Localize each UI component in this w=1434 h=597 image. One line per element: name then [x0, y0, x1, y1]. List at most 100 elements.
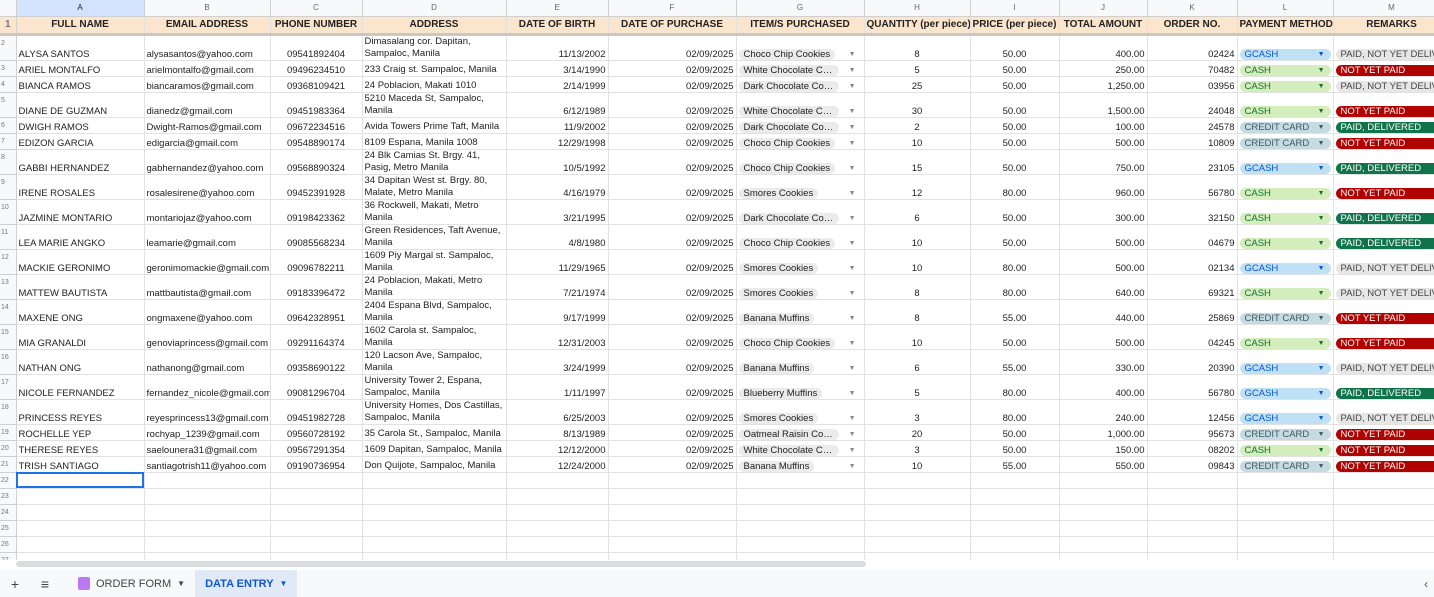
full-name-cell[interactable]: ALYSA SANTOS — [16, 34, 145, 61]
item-cell[interactable]: Choco Chip Cookies ▼ — [736, 133, 865, 150]
remarks-chip[interactable]: PAID, NOT YET DELIVERED — [1335, 287, 1434, 298]
row-number[interactable]: 18 — [0, 399, 17, 425]
phone-cell[interactable]: 09368109421 — [270, 76, 363, 93]
phone-cell[interactable]: 09567291354 — [270, 440, 363, 457]
remarks-cell[interactable]: PAID, NOT YET DELIVERED — [1333, 349, 1434, 375]
payment-chip[interactable]: GCASH ▼ — [1239, 262, 1331, 273]
empty-cell[interactable] — [1237, 488, 1334, 505]
phone-cell[interactable]: 09085568234 — [270, 224, 363, 250]
total-amount-cell[interactable]: 250.00 — [1059, 60, 1148, 77]
date-of-purchase-cell[interactable]: 02/09/2025 — [608, 349, 737, 375]
payment-chip[interactable]: CREDIT CARD ▼ — [1239, 460, 1331, 471]
item-cell[interactable]: Oatmeal Raisin Cookies ▼ — [736, 424, 865, 441]
item-cell[interactable]: Smores Cookies ▼ — [736, 399, 865, 425]
total-amount-cell[interactable]: 330.00 — [1059, 349, 1148, 375]
payment-method-cell[interactable]: GCASH ▼ — [1237, 34, 1334, 61]
price-cell[interactable]: 80.00 — [970, 399, 1060, 425]
empty-cell[interactable] — [16, 536, 145, 553]
selected-cell[interactable] — [16, 472, 145, 489]
email-cell[interactable]: nathanong@gmail.com — [144, 349, 271, 375]
date-of-purchase-cell[interactable]: 02/09/2025 — [608, 424, 737, 441]
address-cell[interactable]: 5210 Maceda St, Sampaloc, Manila — [362, 92, 507, 118]
row-number[interactable]: 19 — [0, 424, 17, 441]
phone-cell[interactable]: 09198423362 — [270, 199, 363, 225]
empty-cell[interactable] — [362, 552, 507, 560]
remarks-chip[interactable]: NOT YET PAID — [1335, 105, 1434, 116]
payment-method-cell[interactable]: CASH ▼ — [1237, 76, 1334, 93]
dropdown-arrow-icon[interactable]: ▼ — [849, 263, 856, 274]
date-of-birth-cell[interactable]: 11/29/1965 — [506, 249, 609, 275]
full-name-cell[interactable]: MACKIE GERONIMO — [16, 249, 145, 275]
payment-method-cell[interactable]: GCASH ▼ — [1237, 349, 1334, 375]
remarks-cell[interactable]: NOT YET PAID — [1333, 133, 1434, 150]
date-of-purchase-cell[interactable]: 02/09/2025 — [608, 374, 737, 400]
row-number[interactable]: 17 — [0, 374, 17, 400]
column-header-d[interactable]: D — [362, 0, 507, 17]
phone-cell[interactable]: 09291164374 — [270, 324, 363, 350]
row-number[interactable]: 8 — [0, 149, 17, 175]
full-name-cell[interactable]: THERESE REYES — [16, 440, 145, 457]
phone-cell[interactable]: 09672234516 — [270, 117, 363, 134]
phone-cell[interactable]: 09560728192 — [270, 424, 363, 441]
order-no-cell[interactable]: 04245 — [1147, 324, 1238, 350]
dropdown-arrow-icon[interactable]: ▼ — [849, 188, 856, 199]
quantity-cell[interactable]: 8 — [864, 34, 971, 61]
total-amount-cell[interactable]: 550.00 — [1059, 456, 1148, 473]
date-of-birth-cell[interactable]: 9/17/1999 — [506, 299, 609, 325]
price-cell[interactable]: 80.00 — [970, 249, 1060, 275]
item-cell[interactable]: Choco Chip Cookies ▼ — [736, 149, 865, 175]
quantity-cell[interactable]: 12 — [864, 174, 971, 200]
remarks-cell[interactable]: PAID, NOT YET DELIVERED — [1333, 249, 1434, 275]
dropdown-arrow-icon[interactable]: ▼ — [849, 429, 856, 440]
column-header-c[interactable]: C — [270, 0, 363, 17]
remarks-cell[interactable]: NOT YET PAID — [1333, 456, 1434, 473]
remarks-chip[interactable]: PAID, DELIVERED — [1335, 387, 1434, 398]
empty-cell[interactable] — [1237, 552, 1334, 560]
item-cell[interactable]: Choco Chip Cookies ▼ — [736, 224, 865, 250]
phone-cell[interactable]: 09081296704 — [270, 374, 363, 400]
quantity-cell[interactable]: 6 — [864, 349, 971, 375]
empty-cell[interactable] — [608, 552, 737, 560]
payment-chip[interactable]: GCASH ▼ — [1239, 412, 1331, 423]
empty-cell[interactable] — [506, 504, 609, 521]
full-name-cell[interactable]: BIANCA RAMOS — [16, 76, 145, 93]
email-cell[interactable]: saelounera31@gmail.com — [144, 440, 271, 457]
select-all-corner[interactable] — [0, 0, 17, 17]
date-of-purchase-cell[interactable]: 02/09/2025 — [608, 224, 737, 250]
remarks-cell[interactable]: NOT YET PAID — [1333, 424, 1434, 441]
row-number[interactable]: 13 — [0, 274, 17, 300]
price-cell[interactable]: 50.00 — [970, 76, 1060, 93]
empty-cell[interactable] — [16, 488, 145, 505]
email-cell[interactable]: Dwight-Ramos@gmail.com — [144, 117, 271, 134]
full-name-cell[interactable]: MAXENE ONG — [16, 299, 145, 325]
full-name-cell[interactable]: MATTEW BAUTISTA — [16, 274, 145, 300]
order-no-cell[interactable]: 20390 — [1147, 349, 1238, 375]
price-cell[interactable]: 50.00 — [970, 199, 1060, 225]
phone-cell[interactable]: 09548890174 — [270, 133, 363, 150]
payment-method-cell[interactable]: GCASH ▼ — [1237, 249, 1334, 275]
email-cell[interactable]: geronimomackie@gmail.com — [144, 249, 271, 275]
payment-method-cell[interactable]: CREDIT CARD ▼ — [1237, 133, 1334, 150]
payment-method-cell[interactable]: CASH ▼ — [1237, 199, 1334, 225]
date-of-birth-cell[interactable]: 11/9/2002 — [506, 117, 609, 134]
address-cell[interactable]: University Tower 2, Espana, Sampaloc, Ma… — [362, 374, 507, 400]
payment-chip[interactable]: CREDIT CARD ▼ — [1239, 121, 1331, 132]
payment-method-cell[interactable]: GCASH ▼ — [1237, 399, 1334, 425]
full-name-cell[interactable]: ARIEL MONTALFO — [16, 60, 145, 77]
empty-cell[interactable] — [1333, 520, 1434, 537]
date-of-birth-cell[interactable]: 12/24/2000 — [506, 456, 609, 473]
payment-chip[interactable]: CREDIT CARD ▼ — [1239, 312, 1331, 323]
remarks-cell[interactable]: PAID, NOT YET DELIVERED — [1333, 34, 1434, 61]
date-of-birth-cell[interactable]: 3/14/1990 — [506, 60, 609, 77]
address-cell[interactable]: 1609 Dapitan, Sampaloc, Manila — [362, 440, 507, 457]
address-cell[interactable]: 1609 Piy Margal st. Sampaloc, Manila — [362, 249, 507, 275]
remarks-cell[interactable]: PAID, NOT YET DELIVERED — [1333, 274, 1434, 300]
order-no-cell[interactable]: 24048 — [1147, 92, 1238, 118]
remarks-chip[interactable]: NOT YET PAID — [1335, 444, 1434, 455]
item-cell[interactable]: White Chocolate Cookies ▼ — [736, 92, 865, 118]
payment-method-cell[interactable]: CREDIT CARD ▼ — [1237, 456, 1334, 473]
total-amount-cell[interactable]: 400.00 — [1059, 34, 1148, 61]
remarks-cell[interactable]: NOT YET PAID — [1333, 299, 1434, 325]
full-name-cell[interactable]: GABBI HERNANDEZ — [16, 149, 145, 175]
payment-chip[interactable]: CASH ▼ — [1239, 64, 1331, 75]
